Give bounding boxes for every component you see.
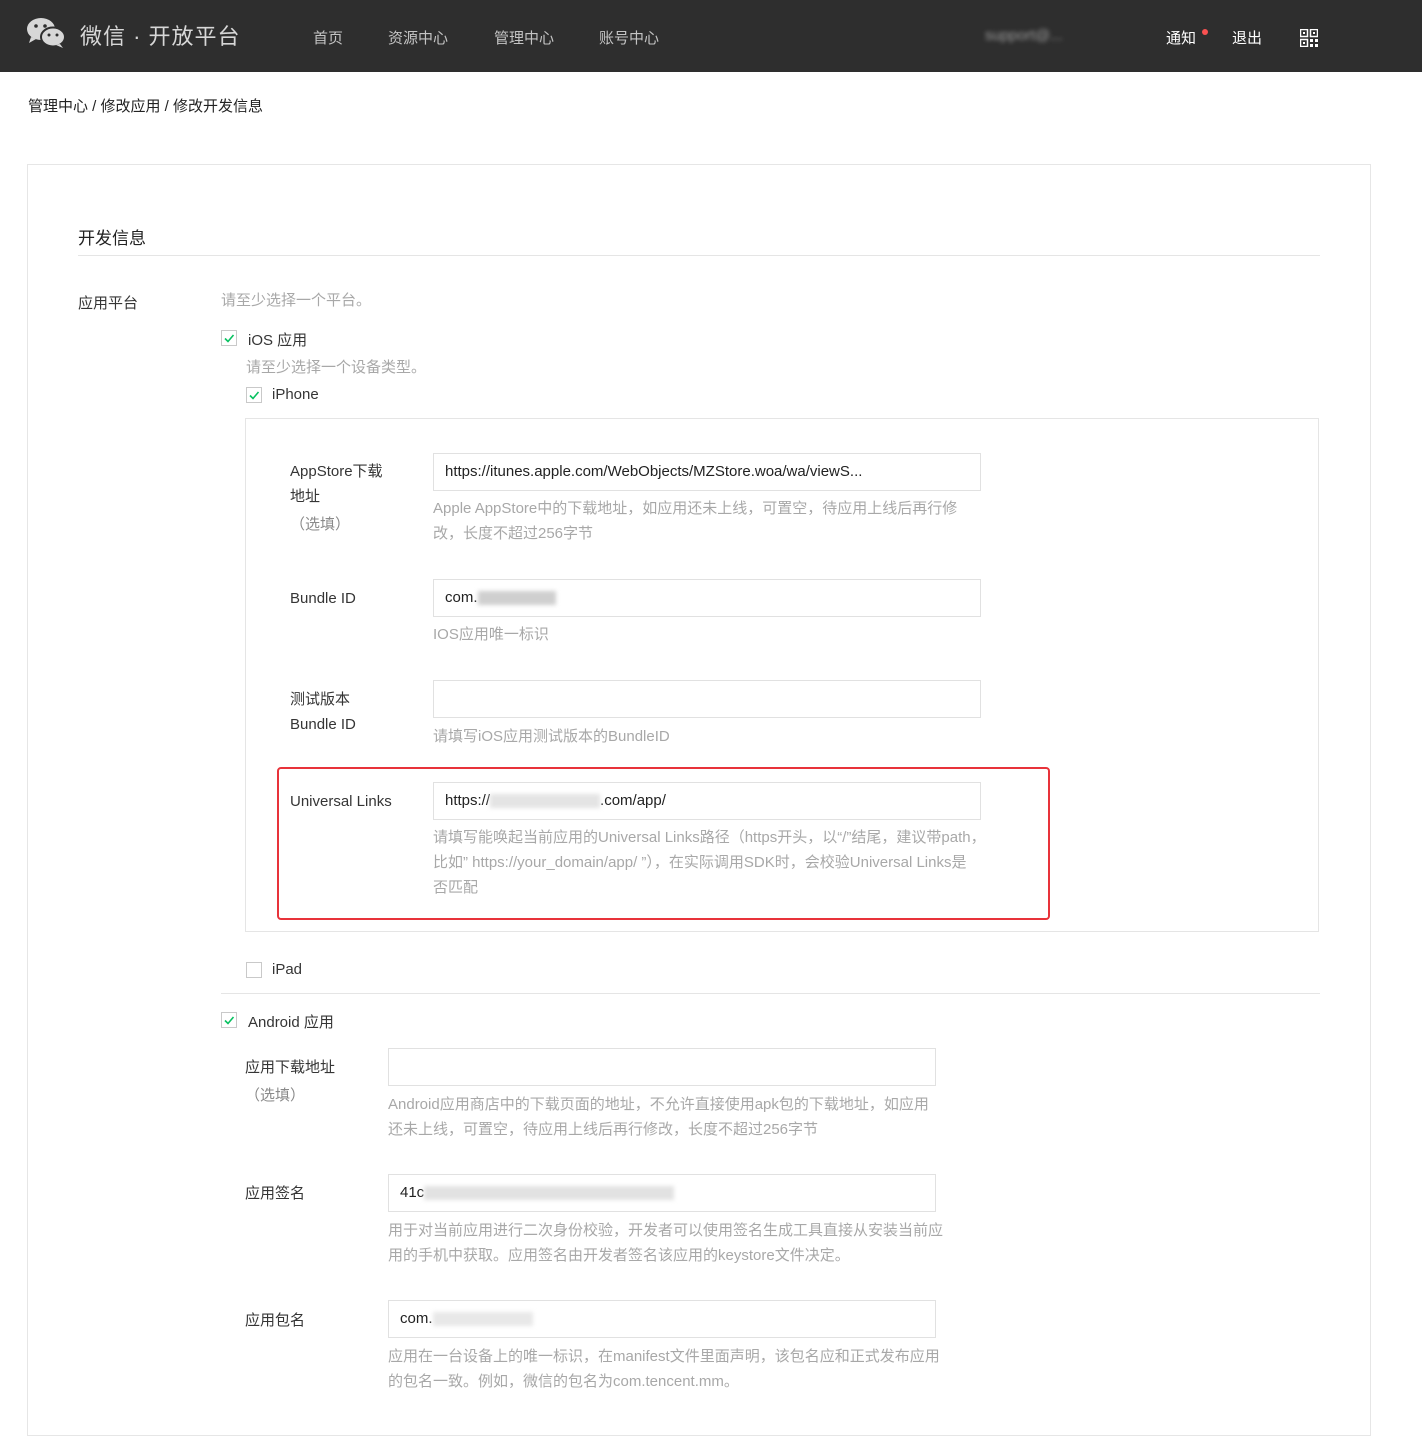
nav-management-center[interactable]: 管理中心 — [494, 27, 554, 48]
appstore-label-line2: 地址 — [290, 488, 321, 505]
android-package-input[interactable]: com. — [388, 1300, 936, 1338]
android-signature-hint: 用于对当前应用进行二次身份校验，开发者可以使用签名生成工具直接从安装当前应 用的… — [388, 1218, 943, 1268]
android-package-value: com. — [400, 1310, 433, 1327]
universal-links-hint-line2: 比如” https://your_domain/app/ ”），在实际调用SDK… — [433, 854, 967, 871]
android-package-hint-line2: 的包名一致。例如，微信的包名为com.tencent.mm。 — [388, 1373, 739, 1390]
breadcrumb[interactable]: 管理中心 / 修改应用 / 修改开发信息 — [28, 95, 263, 116]
ipad-checkbox-label[interactable]: iPad — [272, 961, 302, 978]
android-signature-value: 41c — [400, 1184, 425, 1201]
qr-code-icon[interactable] — [1300, 29, 1318, 47]
redacted-mask — [477, 591, 556, 606]
platform-label: 应用平台 — [78, 295, 139, 312]
redacted-mask — [432, 1312, 533, 1327]
android-download-input[interactable] — [388, 1048, 936, 1086]
redacted-mask — [424, 1186, 675, 1201]
nav-resource-center[interactable]: 资源中心 — [388, 27, 448, 48]
platform-divider — [221, 993, 1320, 994]
android-signature-hint-line1: 用于对当前应用进行二次身份校验，开发者可以使用签名生成工具直接从安装当前应 — [388, 1222, 944, 1239]
android-download-label: 应用下载地址 （选填） — [245, 1055, 335, 1108]
bundle-id-label: Bundle ID — [290, 590, 356, 607]
platform-logo-text[interactable]: 微信 · 开放平台 — [80, 19, 241, 51]
universal-links-value-prefix: https:// — [445, 792, 491, 809]
appstore-label-line1: AppStore下载 — [290, 463, 383, 480]
appstore-hint-line1: Apple AppStore中的下载地址，如应用还未上线，可置空，待应用上线后再… — [433, 500, 958, 517]
universal-links-hint: 请填写能唤起当前应用的Universal Links路径（https开头，以“/… — [433, 825, 986, 900]
android-signature-label: 应用签名 — [245, 1185, 306, 1202]
universal-links-input[interactable]: https:// .com/app/ — [433, 782, 981, 820]
android-download-hint-line2: 还未上线，可置空，待应用上线后再行修改，长度不超过256字节 — [388, 1121, 819, 1138]
universal-links-hint-line1: 请填写能唤起当前应用的Universal Links路径（https开头，以“/… — [433, 829, 986, 846]
android-checkbox[interactable] — [221, 1012, 237, 1028]
checkmark-icon — [249, 391, 260, 400]
bundle-id-input[interactable]: com. — [433, 579, 981, 617]
android-checkbox-label[interactable]: Android 应用 — [248, 1011, 334, 1032]
notice-unread-dot — [1202, 29, 1208, 35]
android-download-hint-line1: Android应用商店中的下载页面的地址，不允许直接使用apk包的下载地址，如应… — [388, 1096, 929, 1113]
test-bundle-id-label: 测试版本 Bundle ID — [290, 687, 356, 737]
android-signature-input[interactable]: 41c — [388, 1174, 936, 1212]
appstore-url-hint: Apple AppStore中的下载地址，如应用还未上线，可置空，待应用上线后再… — [433, 496, 957, 546]
test-bundle-id-hint: 请填写iOS应用测试版本的BundleID — [433, 728, 670, 745]
universal-links-hint-line3: 否匹配 — [433, 879, 479, 896]
android-signature-hint-line2: 用的手机中获取。应用签名由开发者签名该应用的keystore文件决定。 — [388, 1247, 850, 1264]
nav-home[interactable]: 首页 — [313, 27, 343, 48]
test-bundle-label-line1: 测试版本 — [290, 691, 351, 708]
android-download-hint: Android应用商店中的下载页面的地址，不允许直接使用apk包的下载地址，如应… — [388, 1092, 929, 1142]
logout-link[interactable]: 退出 — [1232, 27, 1262, 48]
checkmark-icon — [224, 334, 235, 343]
optional-tag: （选填） — [290, 516, 351, 533]
universal-links-label: Universal Links — [290, 793, 392, 810]
device-type-hint: 请至少选择一个设备类型。 — [246, 359, 427, 376]
section-title: 开发信息 — [78, 229, 146, 248]
universal-links-value-suffix: .com/app/ — [600, 792, 666, 809]
test-bundle-label-line2: Bundle ID — [290, 716, 356, 733]
android-package-hint-line1: 应用在一台设备上的唯一标识，在manifest文件里面声明，该包名应和正式发布应… — [388, 1348, 940, 1365]
bundle-id-value: com. — [445, 589, 478, 606]
account-email[interactable]: support@... — [985, 27, 1063, 44]
optional-tag: （选填） — [245, 1087, 306, 1104]
bundle-id-hint: IOS应用唯一标识 — [433, 626, 549, 643]
redacted-mask — [490, 794, 601, 809]
android-download-label-text: 应用下载地址 — [245, 1059, 336, 1076]
section-divider — [78, 255, 1320, 256]
appstore-url-input[interactable]: https://itunes.apple.com/WebObjects/MZSt… — [433, 453, 981, 491]
top-navigation-bar: 微信 · 开放平台 首页 资源中心 管理中心 账号中心 support@... … — [0, 0, 1422, 72]
iphone-checkbox[interactable] — [246, 387, 262, 403]
ipad-checkbox[interactable] — [246, 962, 262, 978]
nav-account-center[interactable]: 账号中心 — [599, 27, 659, 48]
android-package-hint: 应用在一台设备上的唯一标识，在manifest文件里面声明，该包名应和正式发布应… — [388, 1344, 940, 1394]
android-package-label: 应用包名 — [245, 1312, 306, 1329]
iphone-checkbox-label[interactable]: iPhone — [272, 386, 319, 403]
platform-hint: 请至少选择一个平台。 — [221, 292, 372, 309]
checkmark-icon — [224, 1016, 235, 1025]
test-bundle-id-input[interactable] — [433, 680, 981, 718]
appstore-url-label: AppStore下载 地址 （选填） — [290, 459, 383, 537]
wechat-logo-icon — [27, 18, 66, 48]
appstore-hint-line2: 改，长度不超过256字节 — [433, 525, 594, 542]
ios-checkbox[interactable] — [221, 330, 237, 346]
ios-checkbox-label[interactable]: iOS 应用 — [248, 329, 307, 350]
notice-link[interactable]: 通知 — [1166, 27, 1196, 48]
